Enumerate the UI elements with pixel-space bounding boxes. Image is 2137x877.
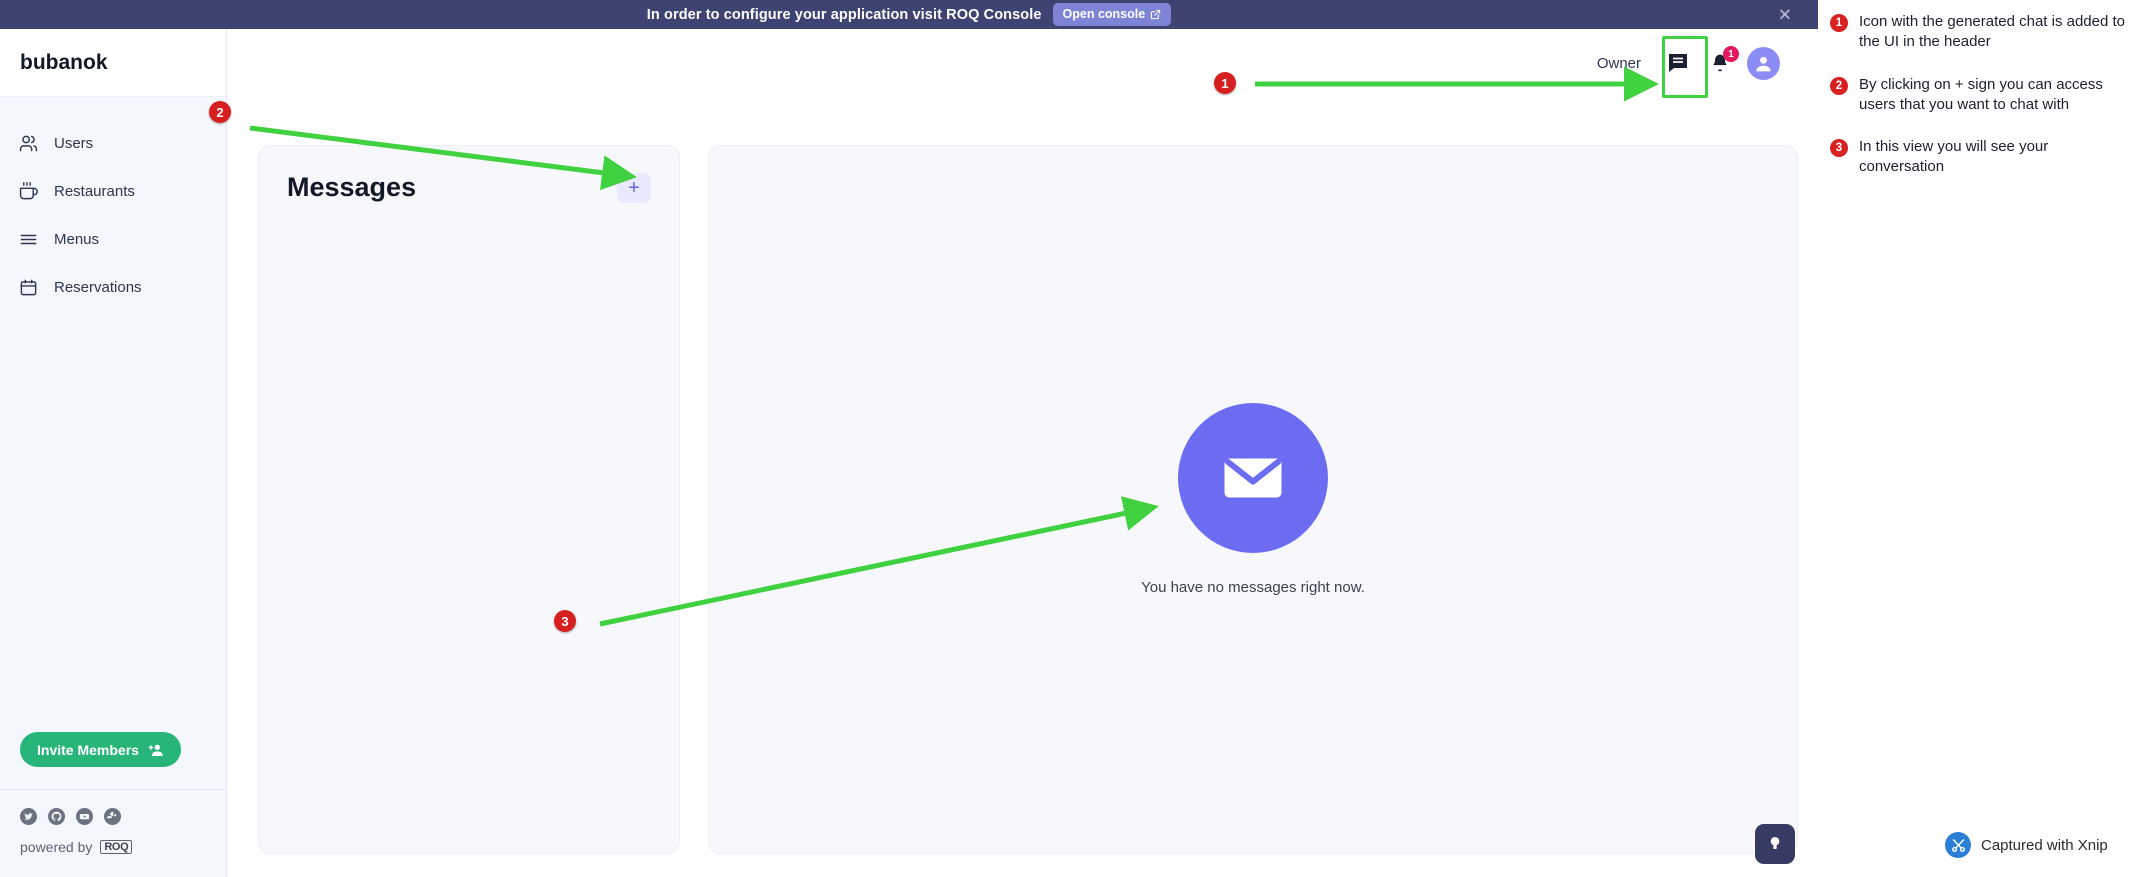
envelope-icon [1178, 403, 1328, 553]
calendar-icon [19, 278, 38, 297]
lightbulb-icon [1765, 833, 1785, 856]
config-banner: In order to configure your application v… [0, 0, 1818, 29]
youtube-icon[interactable] [76, 808, 93, 825]
open-console-label: Open console [1062, 7, 1146, 21]
annotation-text: Icon with the generated chat is added to… [1859, 13, 2126, 51]
sidebar-item-label: Users [54, 134, 94, 152]
external-link-icon [1150, 9, 1161, 20]
marker-3: 3 [554, 610, 576, 632]
open-console-button[interactable]: Open console [1052, 3, 1172, 26]
roq-logo: ROQ [100, 840, 133, 854]
main-content: Messages + You have no messages right no… [227, 97, 2137, 877]
xnip-label: Captured with Xnip [1981, 836, 2108, 854]
plus-icon: + [628, 176, 640, 199]
user-avatar-icon [1756, 56, 1771, 71]
annotation-text: In this view you will see your conversat… [1859, 138, 2049, 176]
banner-text: In order to configure your application v… [646, 6, 1042, 23]
social-bar: powered by ROQ [0, 789, 226, 877]
annotation-text: By clicking on + sign you can access use… [1859, 75, 2103, 113]
invite-members-label: Invite Members [37, 741, 139, 758]
sidebar-item-reservations[interactable]: Reservations [0, 263, 226, 311]
brand-name: bubanok [20, 50, 108, 74]
annotation-number: 1 [1830, 14, 1848, 32]
sidebar-item-menus[interactable]: Menus [0, 215, 226, 263]
sidebar-item-users[interactable]: Users [0, 119, 226, 167]
hamburger-menu-icon [19, 230, 38, 249]
sidebar-nav: Users Restaurants Menus Reservations [0, 97, 226, 732]
twitter-icon[interactable] [20, 808, 37, 825]
app-root: In order to configure your application v… [0, 0, 2137, 877]
scissors-icon [1945, 832, 1971, 858]
annotation-number: 3 [1830, 139, 1848, 157]
sidebar-item-label: Reservations [54, 278, 142, 296]
social-links [20, 808, 226, 825]
empty-state: You have no messages right now. [709, 146, 1797, 853]
avatar[interactable] [1747, 46, 1780, 80]
messages-panel-header: Messages + [259, 146, 679, 203]
annotation-item: 2 By clicking on + sign you can access u… [1830, 75, 2130, 116]
powered-by: powered by ROQ [20, 839, 226, 855]
invite-members-button[interactable]: Invite Members [20, 732, 181, 767]
sidebar: bubanok Users Restaurants Menus Reservat… [0, 29, 227, 877]
conversation-panel: You have no messages right now. [708, 145, 1798, 854]
messages-panel: Messages + [258, 145, 680, 854]
banner-close-button[interactable]: ✕ [1778, 6, 1792, 23]
sidebar-item-label: Menus [54, 230, 100, 248]
annotation-legend: 1 Icon with the generated chat is added … [1830, 12, 2130, 200]
sidebar-item-restaurants[interactable]: Restaurants [0, 167, 226, 215]
sidebar-item-label: Restaurants [54, 182, 135, 200]
notification-badge: 1 [1723, 46, 1739, 62]
annotation-item: 1 Icon with the generated chat is added … [1830, 12, 2130, 53]
page-title: Messages [287, 172, 417, 202]
marker-1: 1 [1214, 72, 1236, 94]
notifications-bell[interactable]: 1 [1707, 46, 1739, 77]
coffee-cup-icon [19, 181, 38, 201]
powered-by-text: powered by [20, 839, 93, 855]
annotation-number: 2 [1830, 76, 1848, 95]
annotation-item: 3 In this view you will see your convers… [1830, 137, 2130, 178]
new-conversation-button[interactable]: + [617, 172, 651, 203]
xnip-watermark: Captured with Xnip [1945, 832, 2108, 858]
owner-role-label: Owner [1596, 54, 1641, 72]
invite-members-wrap: Invite Members [0, 732, 226, 767]
slack-icon[interactable] [104, 808, 121, 825]
chat-bubble-icon[interactable] [1663, 48, 1693, 78]
github-icon[interactable] [48, 808, 65, 825]
marker-2: 2 [209, 101, 231, 123]
help-button[interactable] [1755, 824, 1795, 864]
users-icon [19, 134, 38, 153]
empty-state-text: You have no messages right now. [1141, 579, 1365, 596]
add-person-icon [148, 742, 164, 758]
brand[interactable]: bubanok [0, 29, 226, 97]
top-header: Owner 1 [227, 29, 1818, 97]
